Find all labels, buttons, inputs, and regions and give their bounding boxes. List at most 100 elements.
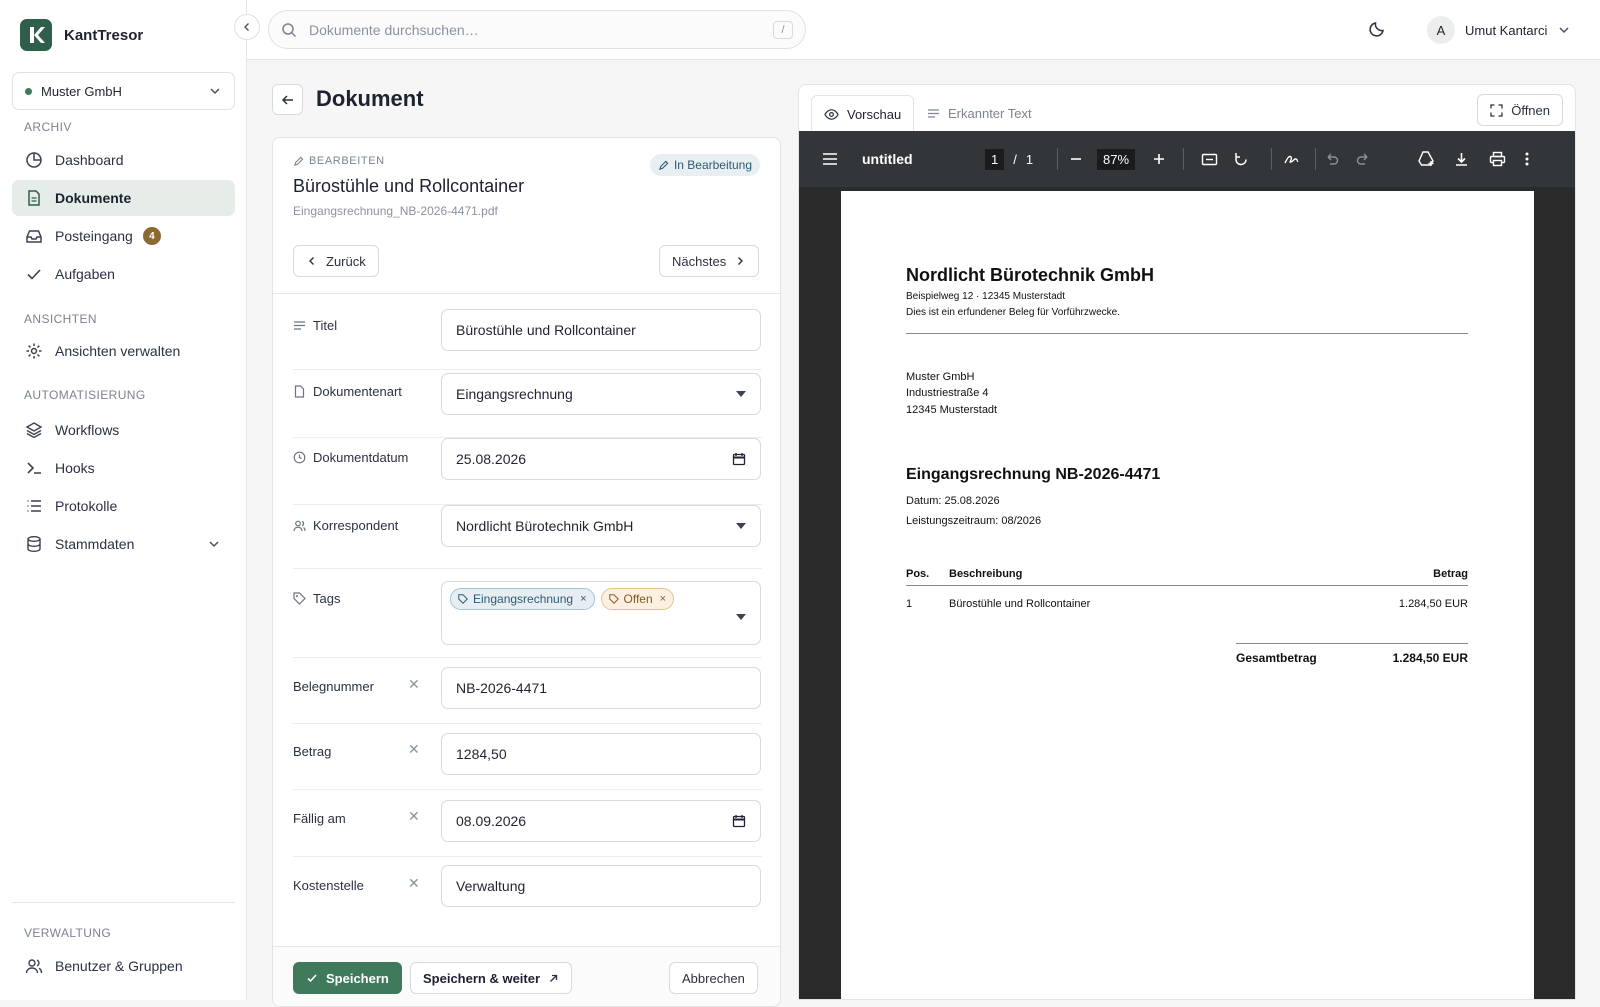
arrow-up-right-icon	[548, 973, 559, 984]
belegnummer-input[interactable]: NB-2026-4471	[441, 667, 761, 709]
tab-preview[interactable]: Vorschau	[811, 95, 915, 133]
clear-field-icon[interactable]: ✕	[408, 676, 420, 693]
org-switcher[interactable]: Muster GmbH	[12, 72, 235, 110]
caret-down-icon	[736, 613, 746, 621]
download-icon[interactable]	[1453, 131, 1470, 187]
betrag-value: 1284,50	[456, 746, 507, 762]
back-button[interactable]	[272, 84, 303, 115]
faellig-input[interactable]: 08.09.2026	[441, 800, 761, 842]
field-row-tags: Tags Eingangsrechnung × Offen ×	[293, 569, 762, 658]
chevron-left-icon	[241, 21, 253, 33]
menu-icon[interactable]	[821, 131, 839, 187]
org-status-dot	[25, 87, 32, 95]
zoom-level[interactable]: 87%	[1097, 131, 1136, 187]
kostenstelle-input[interactable]: Verwaltung	[441, 865, 761, 907]
page-indicator: 1 / 1	[985, 131, 1033, 187]
open-fullscreen-button[interactable]: Öffnen	[1477, 94, 1563, 126]
redo-icon[interactable]	[1356, 131, 1371, 187]
pdf-address: Beispielweg 12 · 12345 Musterstadt	[906, 291, 1065, 302]
sidebar-item-dokumente[interactable]: Dokumente	[12, 180, 235, 216]
clear-field-icon[interactable]: ✕	[408, 875, 420, 892]
betrag-input[interactable]: 1284,50	[441, 733, 761, 775]
next-label: Nächstes	[672, 253, 727, 269]
tab-recognized-text[interactable]: Erkannter Text	[915, 95, 1044, 131]
pdf-rule	[906, 333, 1468, 334]
dokumentdatum-value: 25.08.2026	[456, 451, 527, 467]
cancel-button[interactable]: Abbrechen	[669, 962, 758, 994]
save-button[interactable]: Speichern	[293, 962, 402, 994]
zoom-out-icon[interactable]	[1069, 131, 1083, 187]
belegnummer-value: NB-2026-4471	[456, 680, 548, 696]
kostenstelle-value: Verwaltung	[456, 878, 526, 894]
korrespondent-select[interactable]: Nordlicht Bürotechnik GmbH	[441, 505, 761, 547]
tab-preview-label: Vorschau	[847, 107, 902, 122]
close-icon[interactable]: ×	[580, 593, 586, 605]
previous-button[interactable]: Zurück	[293, 245, 379, 277]
field-row-faellig: Fällig am ✕ 08.09.2026	[293, 790, 762, 857]
app-name: KantTresor	[64, 26, 144, 44]
sidebar-item-posteingang[interactable]: Posteingang 4	[12, 218, 235, 254]
next-button[interactable]: Nächstes	[659, 245, 760, 277]
signature-icon[interactable]	[1283, 131, 1300, 187]
faellig-value: 08.09.2026	[456, 813, 527, 829]
inbox-count-badge: 4	[142, 227, 161, 245]
chevron-down-icon	[1557, 23, 1571, 37]
fit-page-icon[interactable]	[1201, 131, 1218, 187]
sidebar-item-benutzer[interactable]: Benutzer & Gruppen	[12, 948, 235, 984]
document-icon	[25, 189, 43, 207]
theme-toggle-button[interactable]	[1368, 20, 1386, 38]
more-options-icon[interactable]	[1524, 131, 1530, 187]
sidebar-item-protokolle[interactable]: Protokolle	[12, 488, 235, 524]
calendar-icon[interactable]	[732, 452, 746, 466]
sidebar-item-aufgaben[interactable]: Aufgaben	[12, 256, 235, 292]
pdf-recipient-line: Muster GmbH	[906, 371, 975, 383]
page-title: Dokument	[316, 86, 424, 111]
sidebar-item-dashboard[interactable]: Dashboard	[12, 142, 235, 178]
zoom-in-icon[interactable]	[1152, 131, 1166, 187]
sidebar-item-workflows[interactable]: Workflows	[12, 412, 235, 448]
sidebar-item-hooks[interactable]: Hooks	[12, 450, 235, 486]
pdf-viewer[interactable]: Nordlicht Bürotechnik GmbH Beispielweg 1…	[799, 187, 1575, 999]
search-shortcut-hint: /	[773, 20, 793, 39]
print-icon[interactable]	[1489, 131, 1506, 187]
app-logo-icon	[20, 19, 52, 51]
pdf-total-rule	[1236, 643, 1468, 644]
tags-select[interactable]: Eingangsrechnung × Offen ×	[441, 581, 761, 645]
undo-icon[interactable]	[1324, 131, 1339, 187]
close-icon[interactable]: ×	[660, 593, 666, 605]
dokumentenart-select[interactable]: Eingangsrechnung	[441, 373, 761, 415]
search-placeholder: Dokumente durchsuchen…	[309, 21, 479, 38]
toolbar-separator	[1315, 148, 1316, 170]
dokumentdatum-input[interactable]: 25.08.2026	[441, 438, 761, 480]
calendar-icon[interactable]	[732, 814, 746, 828]
moon-icon	[1368, 20, 1386, 38]
brand[interactable]: KantTresor	[20, 19, 143, 51]
clear-field-icon[interactable]: ✕	[408, 741, 420, 758]
expand-icon	[1490, 103, 1503, 117]
clear-field-icon[interactable]: ✕	[408, 808, 420, 825]
sidebar-divider	[12, 902, 235, 903]
zoom-value: 87%	[1097, 148, 1136, 170]
sidebar-collapse-button[interactable]	[234, 14, 260, 40]
pdf-filename: untitled	[862, 151, 913, 167]
drive-add-icon[interactable]	[1417, 131, 1435, 187]
field-label: Korrespondent	[293, 518, 398, 533]
caret-down-icon	[736, 390, 746, 398]
rotate-icon[interactable]	[1233, 131, 1250, 187]
page-number-input[interactable]: 1	[985, 148, 1005, 170]
pdf-total-value: 1.284,50 EUR	[1392, 651, 1468, 665]
user-name: Umut Kantarci	[1465, 22, 1548, 38]
user-menu[interactable]: A Umut Kantarci	[1427, 16, 1571, 44]
save-and-next-button[interactable]: Speichern & weiter	[410, 962, 573, 994]
titel-input[interactable]: Bürostühle und Rollcontainer	[441, 309, 761, 351]
sidebar-item-label: Hooks	[55, 460, 95, 476]
sidebar-item-stammdaten[interactable]: Stammdaten	[12, 526, 235, 562]
search-input[interactable]: Dokumente durchsuchen… /	[268, 10, 806, 49]
status-label: In Bearbeitung	[673, 158, 752, 172]
terminal-icon	[25, 459, 43, 477]
sidebar-item-label: Benutzer & Gruppen	[55, 958, 183, 974]
pdf-row-pos: 1	[906, 598, 913, 610]
sidebar-item-ansichten[interactable]: Ansichten verwalten	[12, 333, 235, 369]
status-badge: In Bearbeitung	[649, 154, 760, 176]
users-icon	[25, 957, 43, 975]
